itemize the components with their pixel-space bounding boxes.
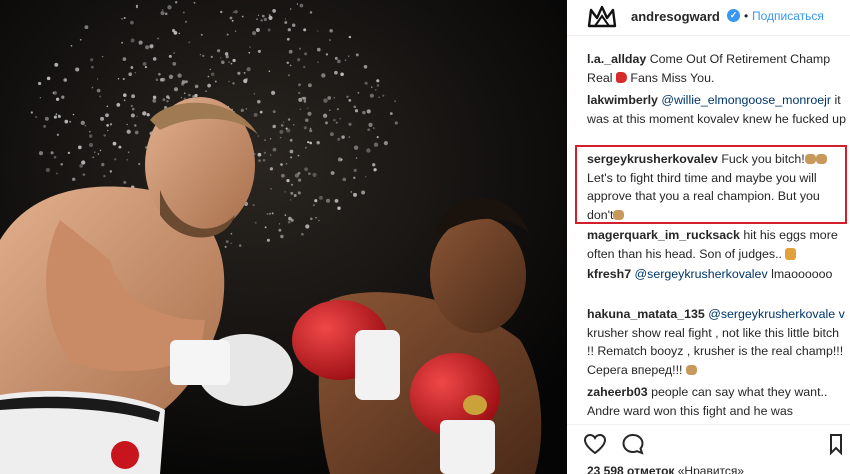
likes-word: отметок	[627, 464, 675, 474]
highlight-box	[575, 145, 847, 224]
bookmark-icon[interactable]	[829, 433, 843, 455]
comment-bubble-icon[interactable]	[621, 433, 645, 455]
post-header: andresogward ✓ • Подписаться	[567, 0, 850, 36]
avatar[interactable]	[587, 4, 617, 30]
likes-count[interactable]: 23 598 отметок «Нравится»	[587, 464, 744, 474]
comment-mention[interactable]: @sergeykrusherkovale v	[708, 307, 845, 321]
boxing-glove-emoji	[615, 71, 627, 83]
post-sidebar: andresogward ✓ • Подписаться l.a._allday…	[567, 0, 850, 474]
username-link[interactable]: andresogward	[631, 9, 720, 24]
comment-username[interactable]: kfresh7	[587, 267, 631, 281]
verified-badge-icon: ✓	[727, 9, 740, 22]
crown-logo-icon	[587, 5, 617, 28]
comment-text: Fans Miss You.	[626, 70, 715, 85]
comment-text: krusher show real fight , not like this …	[587, 325, 844, 377]
thumbs-down-emoji	[785, 247, 797, 260]
post-actions: 23 598 отметок «Нравится»	[567, 424, 850, 474]
comment-item: l.a._allday Come Out Of Retirement Champ…	[587, 50, 849, 87]
comment-item: kfresh7 @sergeykrusherkovalev lmaoooooo	[587, 265, 849, 284]
fist-emoji	[685, 364, 697, 375]
heart-icon[interactable]	[583, 433, 607, 455]
comment-item: lakwimberly @willie_elmongoose_monroejr …	[587, 91, 849, 128]
boxing-photo	[0, 0, 567, 474]
post-photo[interactable]	[0, 0, 567, 474]
comment-username[interactable]: lakwimberly	[587, 93, 658, 107]
comment-username[interactable]: hakuna_matata_135	[587, 307, 705, 321]
follow-button[interactable]: Подписаться	[752, 9, 824, 23]
comment-username[interactable]: zaheerb03	[587, 385, 648, 399]
comment-item: zaheerb03 people can say what they want.…	[587, 383, 849, 420]
separator-dot: •	[744, 9, 749, 23]
likes-number: 23 598	[587, 464, 624, 474]
likes-label: «Нравится»	[677, 464, 745, 474]
comment-username[interactable]: magerquark_im_rucksack	[587, 228, 740, 242]
comment-text: lmaoooooo	[767, 267, 833, 281]
comment-mention[interactable]: @sergeykrusherkovalev	[635, 267, 768, 281]
comment-mention[interactable]: @willie_elmongoose_monroejr	[661, 93, 831, 107]
comment-item: hakuna_matata_135 @sergeykrusherkovale v…	[587, 305, 849, 379]
comment-item: magerquark_im_rucksack hit his eggs more…	[587, 226, 849, 263]
comment-username[interactable]: l.a._allday	[587, 52, 646, 66]
